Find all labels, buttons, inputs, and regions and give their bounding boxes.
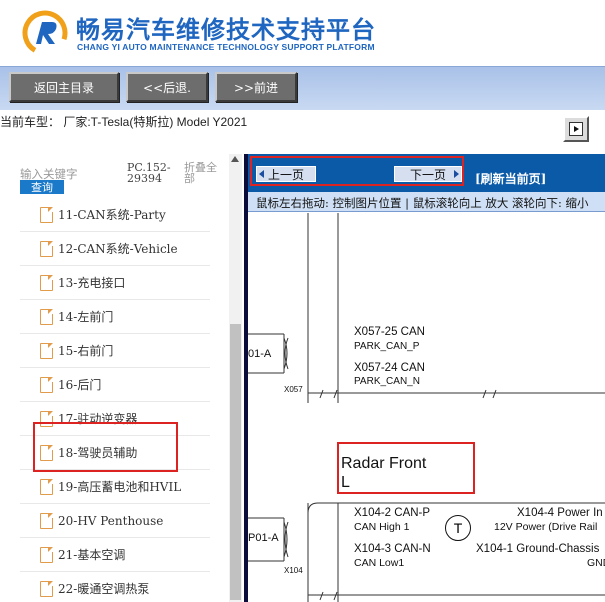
document-icon [40,512,53,529]
document-icon [40,580,53,597]
document-icon [40,206,53,223]
search-button[interactable]: 查询 [20,180,64,194]
connector-id: X104 [284,566,303,575]
car-info-bar: 当前车型： 厂家:T-Tesla(特斯拉) Model Y2021 [0,110,605,154]
forward-button[interactable]: >>前进 [215,72,297,102]
pin-signal: GND [587,557,605,569]
tree-item[interactable]: 13-充电接口 [20,266,210,300]
sidebar-scrollbar[interactable] [229,154,242,602]
back-button[interactable]: <<后退. [126,72,208,102]
document-tree: 11-CAN系统-Party 12-CAN系统-Vehicle 13-充电接口 … [20,198,210,602]
sidebar: 输入关键字 查询 PC.152-29394 折叠全部 11-CAN系统-Part… [0,154,244,602]
tree-item[interactable]: 12-CAN系统-Vehicle [20,232,210,266]
pin-label: X104-2 CAN-P [354,507,431,519]
tree-item-label: 19-高压蓄电池和HVIL [58,480,182,494]
collapse-all-link[interactable]: 折叠全部 [184,162,224,184]
hint-text: 鼠标左右拖动: 控制图片位置 | 鼠标滚轮向上 放大 滚轮向下: 缩小 [256,196,589,210]
hint-bar: 鼠标左右拖动: 控制图片位置 | 鼠标滚轮向上 放大 滚轮向下: 缩小 [248,192,605,212]
connector-id: X057 [284,385,303,394]
expand-arrow-icon [569,122,583,136]
document-icon [40,342,53,359]
pin-signal: PARK_CAN_N [354,376,420,387]
tree-item-label: 14-左前门 [58,310,114,324]
pin-signal: PARK_CAN_P [354,341,420,352]
pin-label: X104-1 Ground-Chassis [476,543,600,555]
tree-item-label: 22-暖通空调热泵 [58,582,150,596]
connector-label: 01-A [248,348,272,360]
current-car-model: 当前车型： 厂家:T-Tesla(特斯拉) Model Y2021 [0,115,248,129]
app-title: 畅易汽车维修技术支持平台 [76,16,376,44]
document-icon [40,546,53,563]
highlight-annotation [33,422,178,472]
pin-signal: 12V Power (Drive Rail [494,521,598,533]
tree-item-label: 13-充电接口 [58,276,126,290]
highlight-annotation [250,156,464,186]
document-icon [40,308,53,325]
app-subtitle: CHANG YI AUTO MAINTENANCE TECHNOLOGY SUP… [77,42,375,52]
pin-signal: CAN Low1 [354,557,405,569]
tree-item[interactable]: 15-右前门 [20,334,210,368]
pin-label: X104-4 Power In [517,507,603,519]
tree-item[interactable]: 21-基本空调 [20,538,210,572]
tree-item-label: 11-CAN系统-Party [58,208,166,222]
pin-label: X104-3 CAN-N [354,543,431,555]
refresh-page-link[interactable]: [刷新当前页] [475,170,546,187]
main-toolbar: 返回主目录 <<后退. >>前进 [0,66,605,110]
document-icon [40,376,53,393]
pin-label: X057-25 CAN [354,326,425,338]
toggle-panel-button[interactable] [563,116,589,142]
scroll-up-icon[interactable] [231,156,239,162]
tree-item-label: 21-基本空调 [58,548,126,562]
viewer-panel: 上一页 下一页 [刷新当前页] 鼠标左右拖动: 控制图片位置 | 鼠标滚轮向上 … [244,154,605,602]
document-icon [40,240,53,257]
tree-item-label: 20-HV Penthouse [58,513,164,528]
wiring-diagram[interactable]: 01-A X057 X057-25 CAN PARK_CAN_P X057-24… [248,213,605,602]
tree-item[interactable]: 20-HV Penthouse [20,504,210,538]
tree-item[interactable]: 11-CAN系统-Party [20,198,210,232]
scroll-thumb[interactable] [230,324,241,600]
document-icon [40,478,53,495]
tree-item-label: 15-右前门 [58,344,114,358]
viewer-nav-bar: 上一页 下一页 [刷新当前页] [248,154,605,192]
twisted-pair-icon: T [445,515,471,541]
highlight-annotation [337,442,475,494]
pin-label: X057-24 CAN [354,362,425,374]
tree-item[interactable]: 22-暖通空调热泵 [20,572,210,602]
home-button[interactable]: 返回主目录 [9,72,119,102]
tree-item[interactable]: 16-后门 [20,368,210,402]
tree-item[interactable]: 19-高压蓄电池和HVIL [20,470,210,504]
connector-label: P01-A [248,532,279,544]
tree-item[interactable]: 14-左前门 [20,300,210,334]
app-header: 畅易汽车维修技术支持平台 CHANG YI AUTO MAINTENANCE T… [0,0,605,66]
document-icon [40,274,53,291]
pc-code: PC.152-29394 [127,161,171,185]
pin-signal: CAN High 1 [354,521,410,533]
tree-item-label: 12-CAN系统-Vehicle [58,242,178,256]
brand-logo [22,10,68,56]
tree-item-label: 16-后门 [58,378,102,392]
